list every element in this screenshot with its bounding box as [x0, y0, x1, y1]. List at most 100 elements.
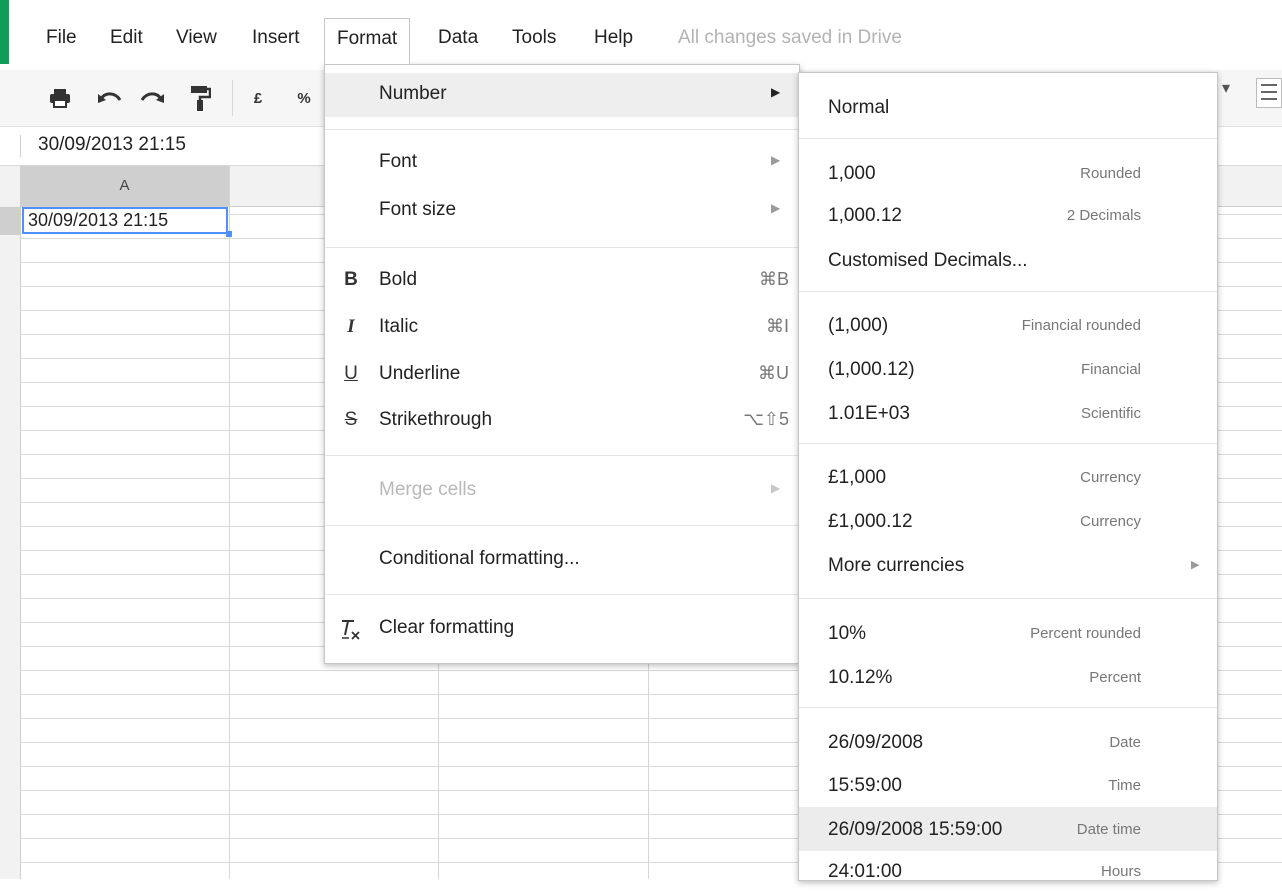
- paint-format-icon: [191, 86, 211, 111]
- paint-format-button[interactable]: [184, 82, 216, 114]
- fill-handle[interactable]: [226, 231, 232, 237]
- format-menu-conditional-formatting[interactable]: Conditional formatting...: [325, 538, 799, 582]
- format-example: Customised Decimals...: [828, 250, 1028, 271]
- number-format-date[interactable]: 26/09/2008 Date: [799, 720, 1217, 764]
- format-example: 26/09/2008: [828, 732, 924, 753]
- menu-separator: [799, 138, 1217, 139]
- column-header-a[interactable]: A: [20, 166, 229, 206]
- number-format-time[interactable]: 15:59:00 Time: [799, 763, 1217, 807]
- menu-bar: File Edit View Insert Format Data Tools …: [0, 0, 1282, 70]
- menu-file[interactable]: File: [34, 18, 89, 58]
- format-menu-clear-formatting[interactable]: Clear formatting: [325, 607, 799, 651]
- menu-format[interactable]: Format: [324, 18, 411, 64]
- format-menu-font[interactable]: Font ▶: [325, 141, 799, 185]
- format-example: Normal: [828, 97, 890, 118]
- column-divider: [229, 166, 230, 879]
- number-format-hours[interactable]: 24:01:00 Hours: [799, 849, 1217, 893]
- format-description: Date: [1109, 734, 1141, 751]
- menu-data[interactable]: Data: [426, 18, 490, 58]
- menu-edit[interactable]: Edit: [98, 18, 155, 58]
- currency-format-label: £: [253, 89, 263, 107]
- format-description: Time: [1108, 777, 1141, 794]
- number-format-date-time[interactable]: 26/09/2008 15:59:00 Date time: [799, 807, 1217, 851]
- menu-view[interactable]: View: [164, 18, 229, 58]
- menu-help[interactable]: Help: [582, 18, 645, 58]
- print-button[interactable]: [44, 82, 76, 114]
- menu-separator: [799, 707, 1217, 708]
- format-description: Scientific: [1080, 405, 1141, 422]
- redo-button[interactable]: [136, 82, 168, 114]
- number-format-scientific[interactable]: 1.01E+03 Scientific: [799, 391, 1217, 435]
- menu-separator: [799, 443, 1217, 444]
- menu-item-label: Font size: [379, 199, 457, 220]
- format-example: 10.12%: [828, 667, 893, 688]
- format-menu-italic[interactable]: I Italic ⌘I: [325, 306, 799, 350]
- number-format-currency[interactable]: £1,000.12 Currency: [799, 499, 1217, 543]
- submenu-arrow-icon: ▶: [771, 85, 781, 99]
- menu-shortcut: ⌘U: [758, 363, 789, 383]
- percent-format-button[interactable]: %: [288, 82, 320, 114]
- format-menu-merge-cells: Merge cells ▶: [325, 469, 799, 513]
- format-menu: Number ▶ Font ▶ Font size ▶ B Bold ⌘B I …: [324, 64, 800, 664]
- format-example: £1,000.12: [828, 511, 913, 532]
- format-menu-strikethrough[interactable]: S Strikethrough ⌥⇧5: [325, 399, 799, 443]
- undo-icon: [98, 92, 122, 103]
- undo-button[interactable]: [94, 82, 126, 114]
- app-accent-bar: [0, 0, 9, 64]
- underline-icon: U: [344, 363, 358, 384]
- number-format-financial-rounded[interactable]: (1,000) Financial rounded: [799, 303, 1217, 347]
- number-format-financial[interactable]: (1,000.12) Financial: [799, 347, 1217, 391]
- number-format-percent[interactable]: 10.12% Percent: [799, 655, 1217, 699]
- format-description: Percent rounded: [1030, 625, 1141, 642]
- menu-item-label: Bold: [379, 269, 418, 290]
- menu-separator: [799, 598, 1217, 599]
- number-format-currency-rounded[interactable]: £1,000 Currency: [799, 455, 1217, 499]
- menu-item-label: Clear formatting: [379, 617, 515, 638]
- format-menu-number[interactable]: Number ▶: [325, 73, 799, 117]
- print-icon: [50, 89, 70, 108]
- menu-tools[interactable]: Tools: [500, 18, 568, 58]
- menu-item-label: Font: [379, 151, 418, 172]
- number-format-submenu: Normal 1,000 Rounded 1,000.12 2 Decimals…: [798, 72, 1218, 882]
- format-menu-font-size[interactable]: Font size ▶: [325, 189, 799, 233]
- submenu-arrow-icon: ▶: [1191, 559, 1200, 571]
- format-example: (1,000): [828, 315, 889, 336]
- number-format-more-currencies[interactable]: More currencies ▶: [799, 543, 1217, 587]
- bold-icon: B: [344, 269, 358, 290]
- menu-item-label: Conditional formatting...: [379, 548, 580, 569]
- menu-shortcut: ⌥⇧5: [743, 409, 789, 429]
- formula-divider: [20, 135, 21, 157]
- format-menu-underline[interactable]: U Underline ⌘U: [325, 353, 799, 397]
- menu-shortcut: ⌘B: [758, 269, 789, 289]
- align-button[interactable]: [1256, 78, 1282, 108]
- submenu-arrow-icon: ▶: [771, 153, 781, 167]
- submenu-arrow-icon: ▶: [771, 201, 781, 215]
- currency-format-button[interactable]: £: [242, 82, 274, 114]
- menu-separator: [325, 247, 799, 248]
- clear-formatting-icon: [339, 617, 363, 647]
- formula-input[interactable]: 30/09/2013 21:15: [38, 134, 186, 156]
- cell-a1[interactable]: 30/09/2013 21:15: [22, 207, 228, 234]
- row-header-1[interactable]: [0, 207, 20, 235]
- toolbar-divider: [232, 80, 233, 116]
- number-format-customised-decimals[interactable]: Customised Decimals...: [799, 238, 1217, 282]
- format-description: Financial rounded: [1021, 317, 1141, 334]
- format-example: 15:59:00: [828, 775, 902, 796]
- menu-insert[interactable]: Insert: [240, 18, 312, 58]
- format-example: 1.01E+03: [828, 403, 910, 424]
- format-description: Financial: [1080, 361, 1141, 378]
- format-example: 26/09/2008 15:59:00: [828, 819, 1003, 840]
- row-header-column: [0, 166, 21, 879]
- menu-separator: [325, 129, 799, 130]
- format-menu-bold[interactable]: B Bold ⌘B: [325, 259, 799, 303]
- italic-icon: I: [347, 316, 355, 337]
- number-format-2-decimals[interactable]: 1,000.12 2 Decimals: [799, 193, 1217, 237]
- format-example: 10%: [828, 623, 867, 644]
- number-format-rounded[interactable]: 1,000 Rounded: [799, 151, 1217, 195]
- format-example: (1,000.12): [828, 359, 915, 380]
- save-status: All changes saved in Drive: [678, 27, 902, 48]
- number-format-normal[interactable]: Normal: [799, 85, 1217, 129]
- align-dropdown-caret-icon[interactable]: ▾: [1222, 78, 1230, 98]
- menu-separator: [799, 291, 1217, 292]
- number-format-percent-rounded[interactable]: 10% Percent rounded: [799, 611, 1217, 655]
